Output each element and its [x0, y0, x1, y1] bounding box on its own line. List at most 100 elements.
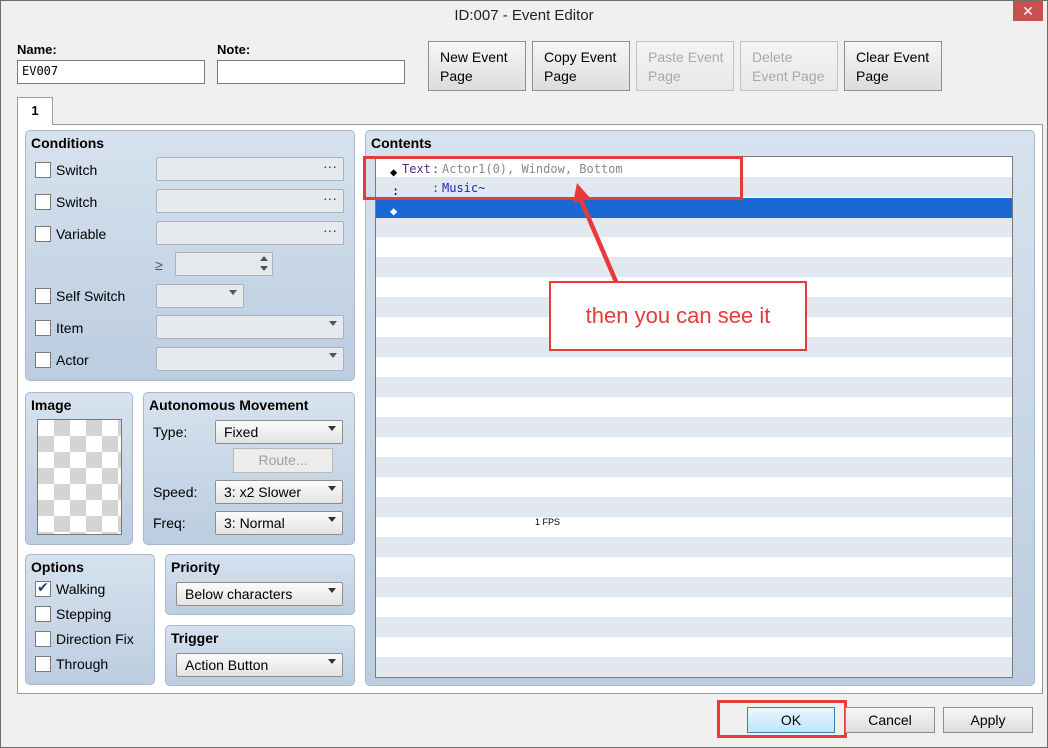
close-button[interactable]: ✕	[1013, 1, 1043, 21]
event-editor-window: ID:007 - Event Editor ✕ Name: EV007 Note…	[0, 0, 1048, 748]
note-input[interactable]	[217, 60, 405, 84]
annotation-callout: then you can see it	[549, 281, 807, 351]
walking-label: Walking	[56, 581, 106, 597]
item-select[interactable]	[156, 315, 344, 339]
type-label: Type:	[153, 424, 188, 440]
spinner-down-icon[interactable]	[260, 266, 268, 271]
actor-select[interactable]	[156, 347, 344, 371]
route-button[interactable]: Route...	[233, 448, 333, 473]
trigger-title: Trigger	[171, 630, 219, 646]
switch1-checkbox[interactable]	[35, 162, 51, 178]
delete-event-page-button[interactable]: Delete Event Page	[740, 41, 838, 91]
tab-page-1[interactable]: 1	[17, 97, 53, 125]
copy-event-page-label: Copy Event Page	[544, 49, 617, 84]
name-input[interactable]: EV007	[17, 60, 205, 84]
item-condition[interactable]: Item	[35, 318, 83, 338]
freq-label: Freq:	[153, 515, 186, 531]
through-label: Through	[56, 656, 109, 672]
note-label: Note:	[217, 42, 251, 57]
variable-field[interactable]: ···	[156, 221, 344, 245]
switch1-condition[interactable]: Switch	[35, 160, 97, 180]
variable-condition[interactable]: Variable	[35, 224, 106, 244]
clear-event-page-label: Clear Event Page	[856, 49, 930, 84]
command-row-selected[interactable]: ◆	[376, 198, 1012, 218]
self-switch-select[interactable]	[156, 284, 244, 308]
ok-button[interactable]: OK	[747, 707, 835, 733]
annotation-arrow-icon	[573, 183, 619, 285]
title-bar: ID:007 - Event Editor ✕	[1, 1, 1047, 32]
walking-checkbox[interactable]	[35, 579, 51, 597]
priority-select[interactable]: Below characters	[176, 582, 343, 606]
item-checkbox[interactable]	[35, 320, 51, 336]
actor-label: Actor	[56, 352, 89, 368]
stepping-label: Stepping	[56, 606, 112, 622]
speed-label: Speed:	[153, 484, 198, 500]
chevron-down-icon	[229, 290, 237, 295]
trigger-select[interactable]: Action Button	[176, 653, 343, 677]
chevron-down-icon	[328, 588, 336, 593]
ellipsis-icon: ···	[323, 190, 337, 206]
direction-fix-checkbox[interactable]	[35, 631, 51, 647]
copy-event-page-button[interactable]: Copy Event Page	[532, 41, 630, 91]
contents-title: Contents	[371, 135, 432, 151]
through-option[interactable]: Through	[35, 654, 108, 674]
switch2-condition[interactable]: Switch	[35, 192, 97, 212]
name-label: Name:	[17, 42, 57, 57]
new-event-page-button[interactable]: New Event Page	[428, 41, 526, 91]
command-marker: ◆	[390, 204, 398, 218]
delete-event-page-label: Delete Event Page	[752, 49, 825, 84]
actor-checkbox[interactable]	[35, 352, 51, 368]
window-title: ID:007 - Event Editor	[454, 7, 594, 24]
chevron-down-icon	[328, 517, 336, 522]
chevron-down-icon	[329, 321, 337, 326]
conditions-title: Conditions	[31, 135, 105, 151]
movement-speed-value: 3: x2 Slower	[224, 484, 302, 500]
self-switch-checkbox[interactable]	[35, 288, 51, 304]
paste-event-page-label: Paste Event Page	[648, 49, 724, 84]
variable-value-spinner[interactable]	[175, 252, 273, 276]
stepping-option[interactable]: Stepping	[35, 604, 111, 624]
image-title: Image	[31, 397, 72, 413]
switch2-checkbox[interactable]	[35, 194, 51, 210]
chevron-down-icon	[328, 426, 336, 431]
switch2-label: Switch	[56, 194, 98, 210]
movement-freq-select[interactable]: 3: Normal	[215, 511, 343, 535]
direction-fix-option[interactable]: Direction Fix	[35, 629, 134, 649]
chevron-down-icon	[329, 353, 337, 358]
switch1-field[interactable]: ···	[156, 157, 344, 181]
autonomous-movement-title: Autonomous Movement	[149, 397, 309, 413]
priority-value: Below characters	[185, 586, 293, 602]
ellipsis-icon: ···	[323, 222, 337, 238]
self-switch-label: Self Switch	[56, 288, 126, 304]
switch1-label: Switch	[56, 162, 98, 178]
trigger-value: Action Button	[185, 657, 269, 673]
spinner-up-icon[interactable]	[260, 256, 268, 261]
clear-event-page-button[interactable]: Clear Event Page	[844, 41, 942, 91]
options-title: Options	[31, 559, 84, 575]
chevron-down-icon	[328, 659, 336, 664]
priority-title: Priority	[171, 559, 221, 575]
through-checkbox[interactable]	[35, 656, 51, 672]
paste-event-page-button[interactable]: Paste Event Page	[636, 41, 734, 91]
new-event-page-label: New Event Page	[440, 49, 508, 84]
actor-condition[interactable]: Actor	[35, 350, 89, 370]
self-switch-condition[interactable]: Self Switch	[35, 286, 125, 306]
fps-indicator: 1 FPS	[535, 517, 561, 527]
movement-type-select[interactable]: Fixed	[215, 420, 343, 444]
chevron-down-icon	[328, 486, 336, 491]
event-image-preview[interactable]	[37, 419, 122, 535]
movement-type-value: Fixed	[224, 424, 259, 440]
walking-option[interactable]: Walking	[35, 579, 105, 599]
event-command-list[interactable]: ◆ Text : Actor1(0), Window, Bottom : : M…	[375, 156, 1013, 678]
movement-speed-select[interactable]: 3: x2 Slower	[215, 480, 343, 504]
apply-button[interactable]: Apply	[943, 707, 1033, 733]
movement-freq-value: 3: Normal	[224, 515, 285, 531]
cancel-button[interactable]: Cancel	[845, 707, 935, 733]
stepping-checkbox[interactable]	[35, 606, 51, 622]
annotation-highlight-box	[363, 156, 743, 200]
switch2-field[interactable]: ···	[156, 189, 344, 213]
variable-checkbox[interactable]	[35, 226, 51, 242]
direction-fix-label: Direction Fix	[56, 631, 134, 647]
variable-label: Variable	[56, 226, 107, 242]
close-icon: ✕	[1022, 3, 1034, 19]
